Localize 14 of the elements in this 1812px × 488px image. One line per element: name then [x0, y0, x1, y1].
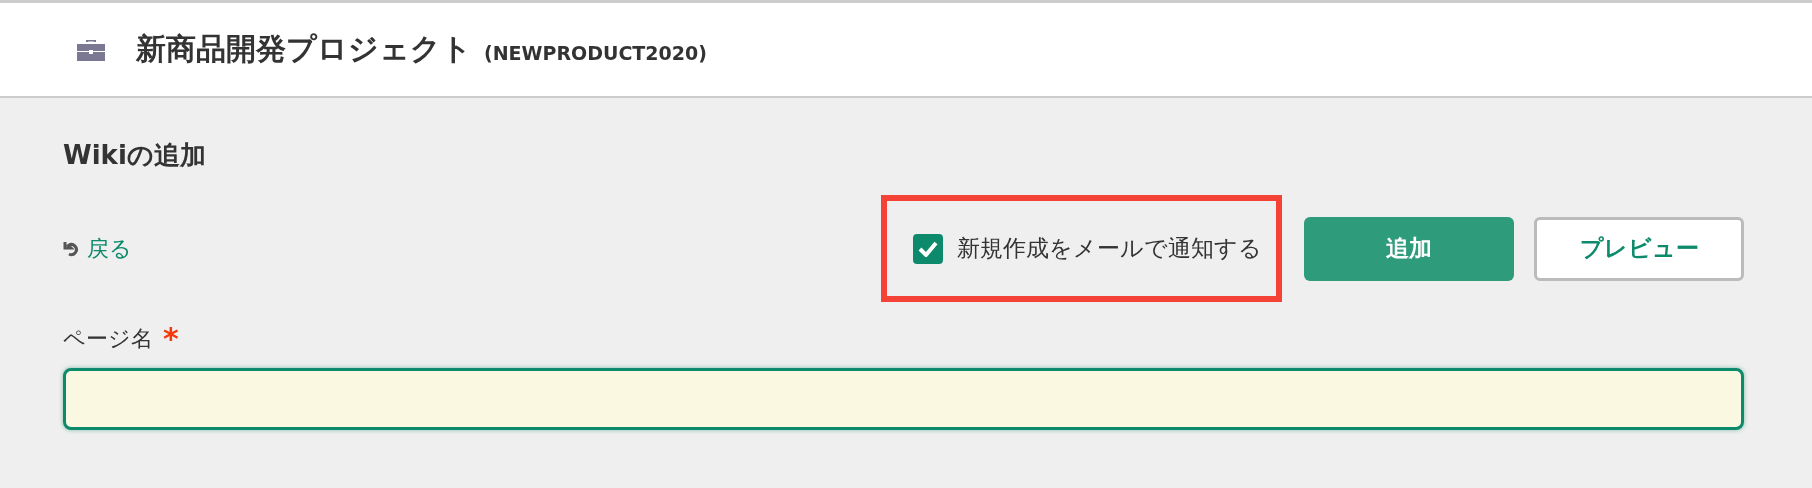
checkbox[interactable] [913, 233, 943, 264]
add-button[interactable]: 追加 [1304, 216, 1514, 281]
checkmark-icon [918, 240, 938, 257]
project-code: (NEWPRODUCT2020) [484, 40, 707, 64]
page-name-field[interactable] [63, 368, 1744, 430]
required-mark: * [163, 324, 179, 354]
briefcase-icon [76, 37, 106, 62]
notify-checkbox[interactable]: 新規作成をメールで通知する [913, 233, 1262, 264]
undo-icon [63, 239, 79, 258]
back-link[interactable]: 戻る [63, 233, 132, 264]
field-label: ページ名 [63, 325, 153, 353]
preview-button[interactable]: プレビュー [1534, 216, 1744, 281]
section-title: Wikiの追加 [63, 139, 206, 172]
project-title: 新商品開発プロジェクト [136, 30, 472, 68]
